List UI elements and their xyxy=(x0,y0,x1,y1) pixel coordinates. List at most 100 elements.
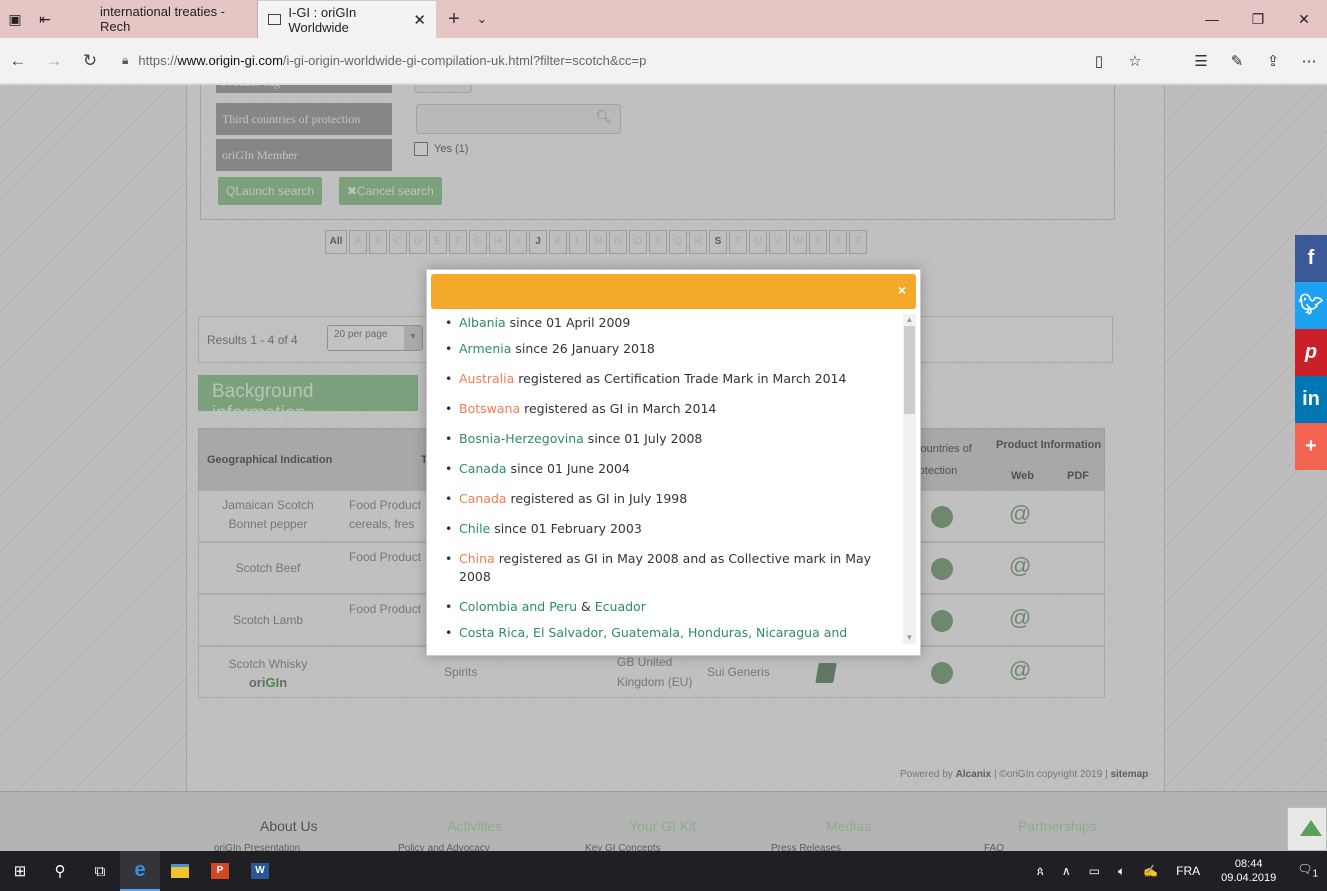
browser-titlebar: ▣ ⇤ international treaties - Rech I-GI :… xyxy=(0,0,1327,38)
close-icon[interactable]: × xyxy=(898,282,906,298)
pinterest-share-button[interactable]: p xyxy=(1295,329,1327,376)
country-detail: registered as GI in May 2008 and as Coll… xyxy=(459,551,872,584)
country-link[interactable]: Bosnia-Herzegovina xyxy=(459,431,584,446)
folder-shape xyxy=(171,864,189,878)
country-detail: registered as Certification Trade Mark i… xyxy=(514,371,847,386)
country-list-item: China registered as GI in May 2008 and a… xyxy=(445,550,890,586)
word-badge: W xyxy=(251,863,269,879)
url-scheme: https:// xyxy=(138,53,178,68)
page-favicon-icon xyxy=(268,14,282,25)
favorites-list-icon[interactable]: ☰ xyxy=(1183,52,1219,70)
edge-browser-icon[interactable]: e xyxy=(120,851,160,891)
powerpoint-badge: P xyxy=(211,863,229,879)
window-controls: — ❐ ✕ xyxy=(1189,11,1327,28)
country-detail: since 01 June 2004 xyxy=(506,461,630,476)
tab-close-icon[interactable]: ✕ xyxy=(413,11,426,29)
country-list-item: Albania since 01 April 2009 xyxy=(445,314,890,332)
lock-icon: 🔒︎ xyxy=(122,53,129,67)
scroll-to-top-button[interactable] xyxy=(1287,807,1327,851)
country-list-item: Australia registered as Certification Tr… xyxy=(445,370,890,388)
country-link[interactable]: Canada xyxy=(459,461,507,476)
windows-start-icon[interactable]: ⊞ xyxy=(0,851,40,891)
task-view-icon[interactable]: ⧉ xyxy=(80,851,120,891)
pen-workspace-icon[interactable]: ✍ xyxy=(1143,864,1158,878)
country-link[interactable]: Botswana xyxy=(459,401,520,416)
modal-header: × xyxy=(431,274,916,309)
people-icon[interactable]: ጰ xyxy=(1037,864,1044,879)
country-link[interactable]: Armenia xyxy=(459,341,511,356)
more-share-button[interactable]: + xyxy=(1295,423,1327,470)
country-link[interactable]: Ecuador xyxy=(595,599,646,614)
volume-icon[interactable]: 🔈︎ xyxy=(1118,864,1125,879)
country-detail: registered as GI in March 2014 xyxy=(520,401,717,416)
country-link[interactable]: Chile xyxy=(459,521,490,536)
countries-list: Albania since 01 April 2009 Armenia since… xyxy=(445,314,890,644)
pen-icon[interactable]: ✎ xyxy=(1219,52,1255,70)
scroll-down-icon[interactable]: ▼ xyxy=(903,632,916,644)
modal-scrollbar[interactable]: ▲ ▼ xyxy=(903,314,916,644)
country-detail: since 01 April 2009 xyxy=(505,315,631,330)
country-list-item: Chile since 01 February 2003 xyxy=(445,520,890,538)
tab-international-treaties[interactable]: international treaties - Rech xyxy=(90,0,258,38)
twitter-share-button[interactable]: 🐦︎ xyxy=(1295,282,1327,329)
address-toolbar: ← → ↻ 🔒︎ https://www.origin-gi.com/i-gi-… xyxy=(0,38,1327,84)
country-detail: since 01 February 2003 xyxy=(490,521,642,536)
language-indicator[interactable]: FRA xyxy=(1176,864,1200,878)
country-list-item: Armenia since 26 January 2018 xyxy=(445,340,890,358)
word-icon[interactable]: W xyxy=(240,851,280,891)
scroll-up-icon[interactable]: ▲ xyxy=(903,314,916,326)
windows-taskbar: ⊞ ⚲ ⧉ e P W ጰ ∧ ▭ 🔈︎ ✍ FRA 08:44 09.04.2… xyxy=(0,851,1327,891)
modal-body: Albania since 01 April 2009 Armenia since… xyxy=(427,314,902,644)
country-link[interactable]: Australia xyxy=(459,371,514,386)
facebook-share-button[interactable]: f xyxy=(1295,235,1327,282)
restore-icon[interactable]: ❐ xyxy=(1235,11,1281,28)
tab-label: I-GI : oriGIn Worldwide xyxy=(288,4,357,35)
window-close-icon[interactable]: ✕ xyxy=(1281,11,1327,28)
url-path: /i-gi-origin-worldwide-gi-compilation-uk… xyxy=(282,53,647,68)
country-list-item: Bosnia-Herzegovina since 01 July 2008 xyxy=(445,430,890,448)
battery-icon[interactable]: ▭ xyxy=(1089,864,1100,878)
country-detail: & xyxy=(577,599,595,614)
clock-time: 08:44 xyxy=(1234,858,1263,870)
country-link[interactable]: Canada xyxy=(459,491,507,506)
share-icon[interactable]: ⇪ xyxy=(1255,52,1291,70)
refresh-icon[interactable]: ↻ xyxy=(72,51,108,71)
country-list-item: Costa Rica, El Salvador, Guatemala, Hond… xyxy=(445,624,890,644)
forward-icon[interactable]: → xyxy=(36,51,72,71)
country-link[interactable]: Colombia and Peru xyxy=(459,599,577,614)
tab-preview-chevron-icon[interactable]: ⌄ xyxy=(472,11,492,27)
notifications-icon[interactable]: 🗨︎1 xyxy=(1297,862,1318,879)
country-list-item: Canada since 01 June 2004 xyxy=(445,460,890,478)
favorite-star-icon[interactable]: ☆ xyxy=(1117,52,1153,70)
country-link[interactable]: Costa Rica, El Salvador, Guatemala, Hond… xyxy=(459,625,847,644)
new-tab-icon[interactable]: + xyxy=(436,8,472,31)
taskbar-search-icon[interactable]: ⚲ xyxy=(40,851,80,891)
country-list-item: Canada registered as GI in July 1998 xyxy=(445,490,890,508)
tab-origin-worldwide[interactable]: I-GI : oriGIn Worldwide ✕ xyxy=(258,0,436,38)
back-icon[interactable]: ← xyxy=(0,51,36,71)
notification-count: 1 xyxy=(1312,868,1318,880)
social-share-bar: f 🐦︎ p in + xyxy=(1295,235,1327,470)
system-tray: ጰ ∧ ▭ 🔈︎ ✍ FRA 08:44 09.04.2019 🗨︎1 xyxy=(1028,857,1327,885)
arrow-up-icon xyxy=(1300,820,1322,836)
linkedin-share-button[interactable]: in xyxy=(1295,376,1327,423)
country-link[interactable]: Albania xyxy=(459,315,506,330)
web-page: Product Tag Third countries of protectio… xyxy=(0,85,1327,851)
minimize-icon[interactable]: — xyxy=(1189,11,1235,28)
set-aside-tabs-icon[interactable]: ▣ xyxy=(0,0,30,38)
tab-label: international treaties - Rech xyxy=(100,4,226,34)
file-explorer-icon[interactable] xyxy=(160,851,200,891)
scrollbar-thumb[interactable] xyxy=(904,326,915,414)
address-actions: ▯ ☆ ☰ ✎ ⇪ ⋯ xyxy=(1081,52,1327,70)
address-bar[interactable]: 🔒︎ https://www.origin-gi.com/i-gi-origin… xyxy=(122,53,1052,68)
more-icon[interactable]: ⋯ xyxy=(1291,52,1327,70)
country-link[interactable]: China xyxy=(459,551,495,566)
powerpoint-icon[interactable]: P xyxy=(200,851,240,891)
reading-view-icon[interactable]: ▯ xyxy=(1081,52,1117,70)
show-tabs-icon[interactable]: ⇤ xyxy=(30,0,60,38)
clock[interactable]: 08:44 09.04.2019 xyxy=(1221,857,1276,885)
country-detail: since 01 July 2008 xyxy=(583,431,703,446)
tray-chevron-up-icon[interactable]: ∧ xyxy=(1062,864,1071,878)
clock-date: 09.04.2019 xyxy=(1221,872,1277,884)
